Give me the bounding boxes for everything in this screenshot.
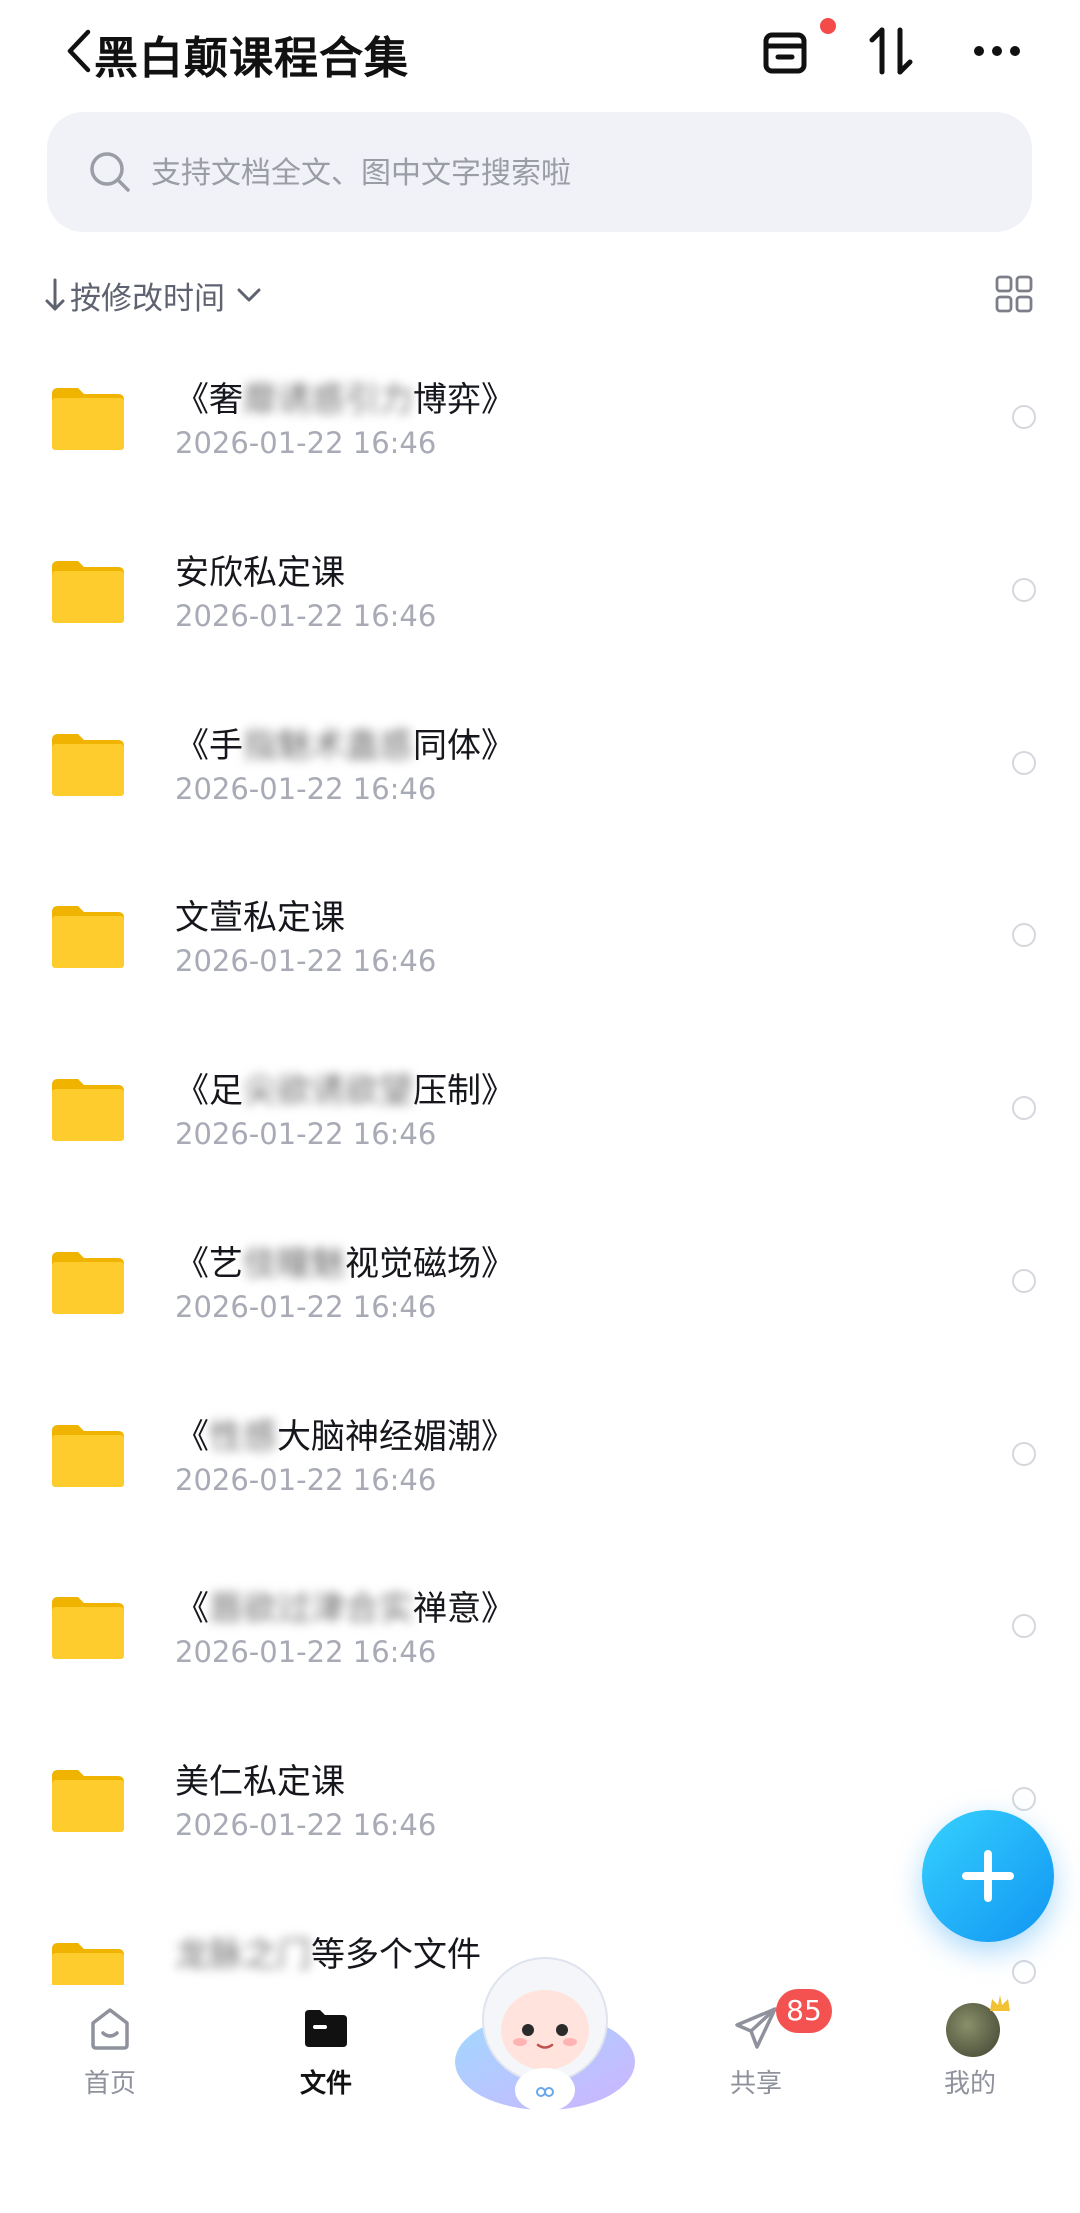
- sort-dropdown[interactable]: 按修改时间: [44, 270, 267, 320]
- select-checkbox[interactable]: [1012, 1787, 1036, 1811]
- file-name: 《艺伎瞳魅视觉磁场》: [175, 1244, 515, 1284]
- list-item[interactable]: 《足尖欲诱欲望压制》 2026-01-22 16:46: [0, 1041, 1080, 1215]
- list-item[interactable]: 美仁私定课 2026-01-22 16:46: [0, 1732, 1080, 1906]
- file-modified-time: 2026-01-22 16:46: [175, 1635, 437, 1669]
- list-item[interactable]: 《艺伎瞳魅视觉磁场》 2026-01-22 16:46: [0, 1214, 1080, 1388]
- send-icon: [735, 2007, 777, 2049]
- nav-share[interactable]: 85 共享: [686, 1989, 832, 2113]
- list-item[interactable]: 文萱私定课 2026-01-22 16:46: [0, 868, 1080, 1042]
- home-icon: [91, 2008, 129, 2050]
- nav-home-label: 首页: [83, 2069, 136, 2099]
- folder-icon: [52, 1770, 124, 1832]
- file-modified-time: 2026-01-22 16:46: [175, 1808, 437, 1842]
- select-checkbox[interactable]: [1012, 1269, 1036, 1293]
- search-icon: [90, 152, 130, 192]
- search-input[interactable]: [149, 112, 993, 234]
- sort-arrows-icon[interactable]: [856, 16, 926, 86]
- chevron-down-icon: [237, 288, 261, 302]
- nav-files-label: 文件: [299, 2069, 352, 2099]
- folder-icon: [52, 1425, 124, 1487]
- transfer-box-icon[interactable]: [750, 16, 820, 86]
- redacted-text: 靡诱惑引力: [243, 380, 413, 420]
- file-modified-time: 2026-01-22 16:46: [175, 772, 437, 806]
- file-name: 龙脉之门等多个文件: [175, 1935, 481, 1975]
- folder-icon: [52, 1597, 124, 1659]
- share-badge: 85: [776, 1989, 832, 2033]
- search-bar[interactable]: [47, 112, 1032, 234]
- sort-label: 按修改时间: [70, 280, 225, 317]
- nav-home[interactable]: 首页: [40, 2003, 180, 2113]
- crown-icon: [990, 1995, 1010, 2011]
- file-name: 《手指魅术蛊惑同体》: [175, 726, 515, 766]
- redacted-text: 指魅术蛊惑: [243, 726, 413, 766]
- redacted-text: 唇欲过津合实: [209, 1589, 413, 1629]
- file-name: 《足尖欲诱欲望压制》: [175, 1071, 515, 1111]
- nav-mine-label: 我的: [943, 2069, 996, 2099]
- redacted-text: 伎瞳魅: [243, 1244, 345, 1284]
- file-modified-time: 2026-01-22 16:46: [175, 1117, 437, 1151]
- folder-filled-icon: [305, 2010, 347, 2047]
- more-icon[interactable]: [962, 16, 1032, 86]
- list-item[interactable]: 安欣私定课 2026-01-22 16:46: [0, 523, 1080, 697]
- ai-assistant-mascot-icon[interactable]: [450, 1950, 640, 2115]
- list-item[interactable]: 《奢靡诱惑引力博弈》 2026-01-22 16:46: [0, 350, 1080, 524]
- add-button[interactable]: [922, 1810, 1054, 1942]
- file-modified-time: 2026-01-22 16:46: [175, 1290, 437, 1324]
- select-checkbox[interactable]: [1012, 578, 1036, 602]
- select-checkbox[interactable]: [1012, 923, 1036, 947]
- list-item[interactable]: 《性感大脑神经媚潮》 2026-01-22 16:46: [0, 1387, 1080, 1561]
- folder-icon: [52, 1079, 124, 1141]
- notification-dot: [820, 18, 836, 34]
- folder-icon: [52, 906, 124, 968]
- page-title: 黑白颠课程合集: [94, 33, 409, 84]
- arrow-down-icon: [45, 278, 65, 311]
- file-name: 文萱私定课: [175, 898, 345, 938]
- file-name: 安欣私定课: [175, 553, 345, 593]
- select-checkbox[interactable]: [1012, 1614, 1036, 1638]
- redacted-text: 性感: [209, 1417, 277, 1457]
- redacted-text: 尖欲诱欲望: [243, 1071, 413, 1111]
- file-name: 《唇欲过津合实禅意》: [175, 1589, 515, 1629]
- file-modified-time: 2026-01-22 16:46: [175, 944, 437, 978]
- file-name: 《性感大脑神经媚潮》: [175, 1417, 515, 1457]
- file-modified-time: 2026-01-22 16:46: [175, 1463, 437, 1497]
- file-name: 美仁私定课: [175, 1762, 345, 1802]
- file-modified-time: 2026-01-22 16:46: [175, 426, 437, 460]
- list-item[interactable]: 《唇欲过津合实禅意》 2026-01-22 16:46: [0, 1559, 1080, 1733]
- list-item[interactable]: 《手指魅术蛊惑同体》 2026-01-22 16:46: [0, 696, 1080, 870]
- folder-icon: [52, 1252, 124, 1314]
- folder-icon: [52, 561, 124, 623]
- grid-view-icon[interactable]: [994, 274, 1034, 314]
- select-checkbox[interactable]: [1012, 405, 1036, 429]
- folder-icon: [52, 388, 124, 450]
- file-name: 《奢靡诱惑引力博弈》: [175, 380, 515, 420]
- top-bar: 黑白颠课程合集: [0, 0, 1080, 110]
- folder-icon: [52, 734, 124, 796]
- nav-mine[interactable]: 我的: [900, 1995, 1040, 2113]
- redacted-text: 龙脉之门: [175, 1935, 311, 1975]
- select-checkbox[interactable]: [1012, 751, 1036, 775]
- select-checkbox[interactable]: [1012, 1442, 1036, 1466]
- file-modified-time: 2026-01-22 16:46: [175, 599, 437, 633]
- back-icon[interactable]: [62, 26, 96, 76]
- select-checkbox[interactable]: [1012, 1960, 1036, 1984]
- select-checkbox[interactable]: [1012, 1096, 1036, 1120]
- nav-files[interactable]: 文件: [256, 2003, 396, 2113]
- nav-share-label: 共享: [729, 2069, 782, 2099]
